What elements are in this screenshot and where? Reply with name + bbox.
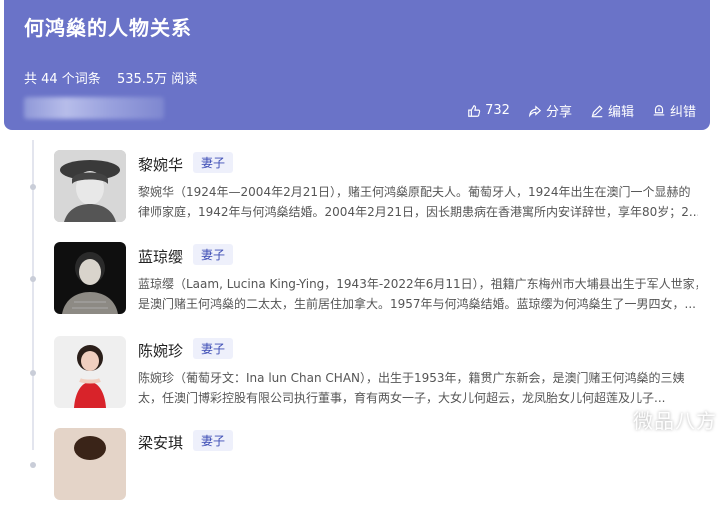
action-bar: 732 分享 编辑 纠错 <box>467 101 696 120</box>
like-button[interactable]: 732 <box>467 101 510 120</box>
timeline-dot <box>30 184 36 190</box>
relation-tag: 妻子 <box>193 430 234 451</box>
person-card[interactable]: 陈婉珍 妻子 陈婉珍（葡萄牙文：Ina lun Chan CHAN），出生于19… <box>30 336 714 416</box>
read-count: 535.5万 阅读 <box>116 72 198 87</box>
pencil-icon <box>591 104 603 117</box>
person-photo[interactable] <box>54 150 126 222</box>
person-card[interactable]: 蓝琼缨 妻子 蓝琼缨（Laam, Lucina King-Ying，1943年-… <box>30 242 714 322</box>
timeline-dot <box>30 370 36 376</box>
description-line: 律师家庭，1942年与何鸿燊结婚。2004年2月21日，因长期患病在香港寓所内安… <box>138 205 698 219</box>
person-description: 黎婉华（1924年—2004年2月21日），赌王何鸿燊原配夫人。葡萄牙人，192… <box>138 182 698 222</box>
report-label: 纠错 <box>669 105 696 120</box>
description-line: 太，任澳门博彩控股有限公司执行董事，育有两女一子，大女儿何超云，龙凤胎女儿何超莲… <box>138 391 666 405</box>
description-line: 陈婉珍（葡萄牙文：Ina lun Chan CHAN），出生于1953年，籍贯广… <box>138 371 685 385</box>
person-name[interactable]: 陈婉珍 <box>138 340 183 361</box>
stats-line: 共 44 个词条 535.5万 阅读 <box>24 68 209 87</box>
description-line: 是澳门赌王何鸿燊的二太太，生前居住加拿大。1957年与何鸿燊结婚。蓝琼缨为何鸿燊… <box>138 297 696 311</box>
page-title: 何鸿燊的人物关系 <box>24 16 192 40</box>
edit-button[interactable]: 编辑 <box>590 101 634 120</box>
timeline-dot <box>30 462 36 468</box>
description-line: 蓝琼缨（Laam, Lucina King-Ying，1943年-2022年6月… <box>138 277 698 291</box>
person-name[interactable]: 蓝琼缨 <box>138 246 183 267</box>
share-button[interactable]: 分享 <box>528 101 572 120</box>
description-line: 黎婉华（1924年—2004年2月21日），赌王何鸿燊原配夫人。葡萄牙人，192… <box>138 185 691 199</box>
relation-tag: 妻子 <box>193 244 234 265</box>
relation-tag: 妻子 <box>193 338 234 359</box>
like-count: 732 <box>485 103 510 118</box>
watermark: 微品八方 <box>633 409 717 433</box>
timeline-dot <box>30 276 36 282</box>
header-banner: 何鸿燊的人物关系 共 44 个词条 535.5万 阅读 732 分享 编辑 纠错 <box>4 0 710 130</box>
person-name[interactable]: 梁安琪 <box>138 432 183 453</box>
entry-count: 共 44 个词条 <box>24 72 101 87</box>
person-description: 陈婉珍（葡萄牙文：Ina lun Chan CHAN），出生于1953年，籍贯广… <box>138 368 698 408</box>
person-description: 蓝琼缨（Laam, Lucina King-Ying，1943年-2022年6月… <box>138 274 698 314</box>
person-name[interactable]: 黎婉华 <box>138 154 183 175</box>
error-report-icon <box>653 104 665 116</box>
share-label: 分享 <box>545 105 572 120</box>
person-photo[interactable] <box>54 428 126 500</box>
person-photo[interactable] <box>54 336 126 408</box>
person-card[interactable]: 梁安琪 妻子 <box>30 428 714 508</box>
person-card[interactable]: 黎婉华 妻子 黎婉华（1924年—2004年2月21日），赌王何鸿燊原配夫人。葡… <box>30 150 714 230</box>
author-avatar-blurred[interactable] <box>24 97 164 119</box>
report-button[interactable]: 纠错 <box>652 101 696 120</box>
share-icon <box>528 104 542 117</box>
edit-label: 编辑 <box>607 105 634 120</box>
person-photo[interactable] <box>54 242 126 314</box>
thumbs-up-icon <box>468 104 481 117</box>
relation-tag: 妻子 <box>193 152 234 173</box>
